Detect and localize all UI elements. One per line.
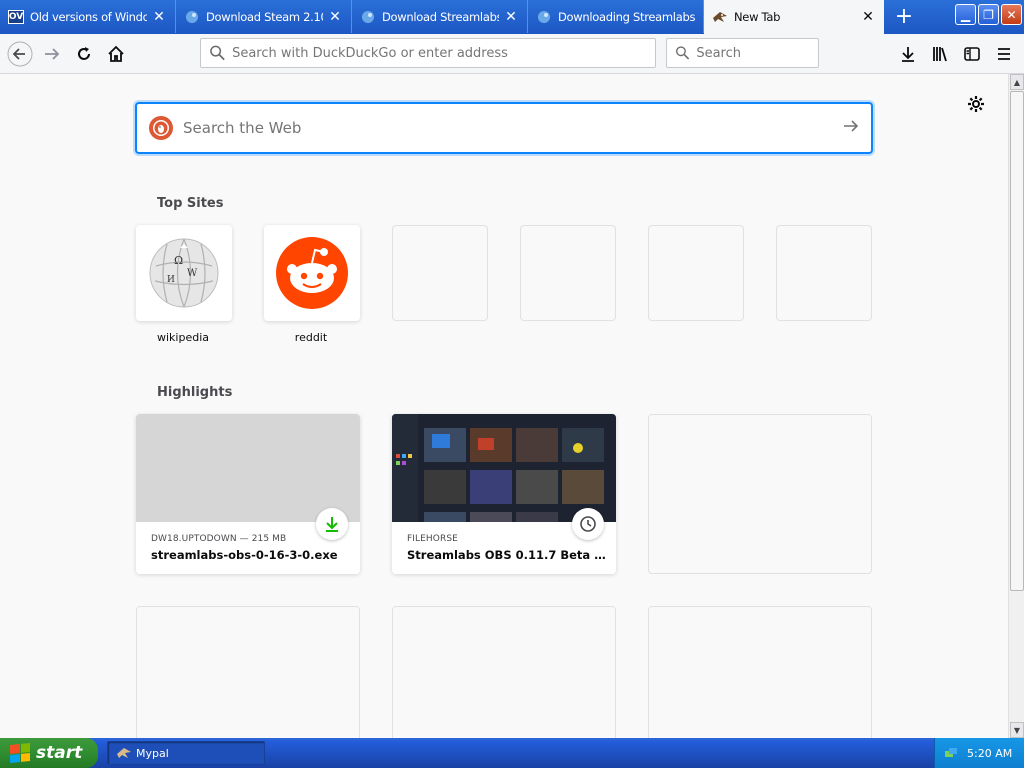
- close-window-button[interactable]: ✕: [1001, 4, 1022, 25]
- new-tab-button[interactable]: +: [884, 0, 924, 33]
- home-icon: [108, 45, 124, 62]
- highlight-card[interactable]: DW18.UPTODOWN — 215 MB streamlabs-obs-0-…: [136, 414, 360, 574]
- highlight-title: Streamlabs OBS 0.11.7 Beta Download: [407, 548, 607, 562]
- scroll-down-arrow-icon[interactable]: ▼: [1010, 722, 1024, 738]
- window-controls: ▁ ❐ ✕: [955, 4, 1022, 25]
- top-site-empty-slot: [776, 225, 872, 321]
- top-sites-title: Top Sites: [157, 196, 224, 211]
- gear-icon[interactable]: [966, 94, 986, 114]
- windows-flag-icon: [10, 742, 30, 764]
- tab-download-streamlabs[interactable]: Download Streamlabs OBS ✕: [352, 0, 528, 33]
- sidebar-button[interactable]: [956, 38, 988, 70]
- top-site-empty-slot: [392, 225, 488, 321]
- tab-new-tab[interactable]: New Tab ✕: [704, 0, 884, 34]
- toolbar-right: [892, 38, 1020, 70]
- history-badge: [572, 508, 604, 540]
- highlight-meta: DW18.UPTODOWN — 215 MB: [151, 534, 287, 544]
- highlights-title: Highlights: [157, 385, 233, 400]
- tab-downloading-streamlabs[interactable]: Downloading Streamlabs: [528, 0, 704, 33]
- download-icon: [326, 517, 338, 532]
- tab-strip: OV Old versions of Windows ✕ Download St…: [0, 0, 1024, 34]
- clock[interactable]: 5:20 AM: [967, 747, 1012, 760]
- tab-label: Old versions of Windows: [30, 9, 147, 24]
- tab-label: Download Steam 2.10.91: [206, 9, 323, 24]
- mypal-icon: [712, 10, 728, 24]
- highlight-empty-slot: [648, 414, 872, 574]
- top-site-empty-slot: [648, 225, 744, 321]
- close-tab-icon[interactable]: ✕: [151, 9, 167, 25]
- top-site-label: wikipedia: [156, 331, 209, 344]
- download-badge: [316, 508, 348, 540]
- close-tab-icon[interactable]: ✕: [503, 9, 519, 25]
- library-icon: [933, 47, 947, 62]
- minimize-button[interactable]: ▁: [955, 4, 976, 25]
- highlight-meta: FILEHORSE: [407, 534, 458, 544]
- steam-icon: [536, 10, 552, 24]
- url-input[interactable]: [232, 45, 655, 61]
- reload-button[interactable]: [68, 38, 100, 70]
- download-icon: [902, 47, 914, 62]
- tab-label: Download Streamlabs OBS: [382, 9, 499, 24]
- search-icon: [676, 46, 690, 60]
- start-button[interactable]: start: [0, 738, 98, 768]
- duckduckgo-logo-icon: [149, 116, 173, 140]
- tab-label: New Tab: [734, 10, 781, 24]
- wikipedia-logo-icon: Ω W И: [149, 238, 219, 308]
- vertical-scrollbar[interactable]: ▲ ▼: [1008, 74, 1024, 738]
- taskbar-item-label: Mypal: [136, 746, 169, 760]
- home-button[interactable]: [100, 38, 132, 70]
- tab-label: Downloading Streamlabs: [558, 9, 695, 24]
- svg-text:И: И: [167, 275, 175, 285]
- highlight-thumbnail: [136, 414, 360, 522]
- close-tab-icon[interactable]: ✕: [860, 9, 876, 25]
- tab-download-steam[interactable]: Download Steam 2.10.91 ✕: [176, 0, 352, 33]
- steam-icon: [184, 10, 200, 24]
- search-submit-arrow-icon[interactable]: [831, 116, 871, 141]
- library-button[interactable]: [924, 38, 956, 70]
- forward-button[interactable]: [36, 38, 68, 70]
- reload-icon: [78, 46, 90, 60]
- highlight-thumbnail: [392, 414, 616, 522]
- back-button[interactable]: [4, 38, 36, 70]
- search-bar[interactable]: [666, 38, 819, 68]
- navigation-toolbar: [0, 34, 1024, 74]
- top-site-label: reddit: [294, 331, 328, 344]
- top-site-wikipedia[interactable]: Ω W И: [136, 225, 232, 321]
- svg-text:W: W: [187, 268, 198, 279]
- url-bar[interactable]: [200, 38, 656, 68]
- reddit-logo-icon: [276, 237, 348, 309]
- scroll-up-arrow-icon[interactable]: ▲: [1010, 74, 1024, 90]
- top-site-reddit[interactable]: [264, 225, 360, 321]
- forward-arrow-icon: [45, 47, 60, 60]
- menu-button[interactable]: [988, 38, 1020, 70]
- downloads-button[interactable]: [892, 38, 924, 70]
- ov-icon: OV: [8, 9, 24, 24]
- clock-icon: [580, 516, 596, 532]
- start-label: start: [36, 743, 83, 763]
- highlight-card[interactable]: FILEHORSE Streamlabs OBS 0.11.7 Beta Dow…: [392, 414, 616, 574]
- web-search-input[interactable]: [183, 119, 831, 137]
- hamburger-menu-icon: [998, 48, 1010, 60]
- sidebar-icon: [964, 47, 980, 61]
- network-icon[interactable]: [943, 745, 959, 761]
- svg-text:Ω: Ω: [174, 254, 183, 267]
- steam-icon: [360, 10, 376, 24]
- taskbar-item-mypal[interactable]: Mypal: [107, 741, 265, 765]
- web-search-box[interactable]: [135, 102, 873, 154]
- restore-button[interactable]: ❐: [978, 4, 999, 25]
- windows-taskbar: start Mypal 5:20 AM: [0, 738, 1024, 768]
- system-tray: 5:20 AM: [934, 738, 1024, 768]
- scroll-thumb[interactable]: [1010, 91, 1024, 591]
- back-arrow-icon: [7, 41, 33, 66]
- search-input[interactable]: [696, 45, 818, 61]
- search-icon: [210, 45, 225, 61]
- highlight-title: streamlabs-obs-0-16-3-0.exe: [151, 548, 338, 562]
- mypal-icon: [117, 748, 131, 758]
- close-tab-icon[interactable]: ✕: [327, 9, 343, 25]
- top-site-empty-slot: [520, 225, 616, 321]
- tab-old-versions[interactable]: OV Old versions of Windows ✕: [0, 0, 176, 33]
